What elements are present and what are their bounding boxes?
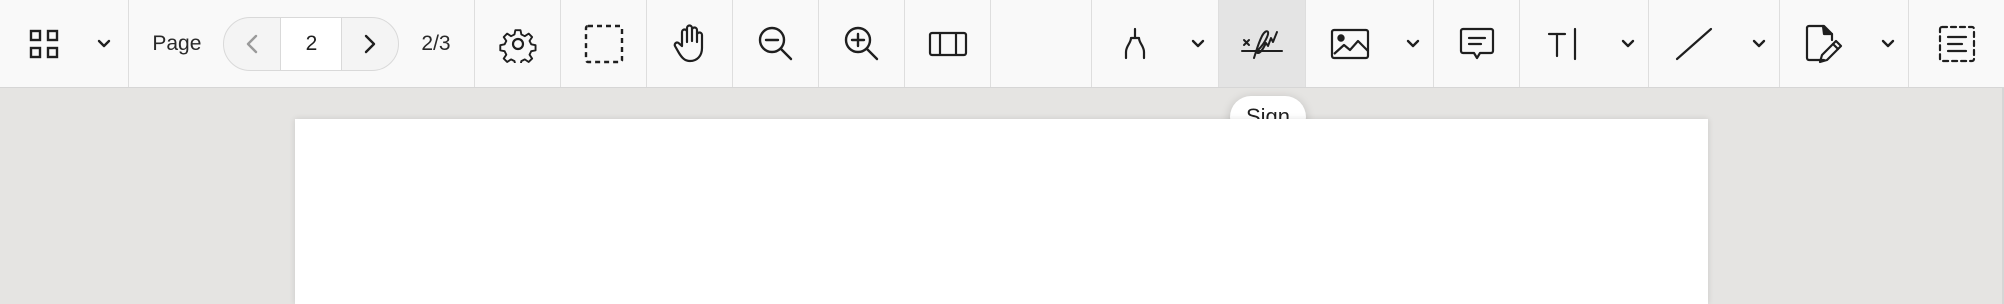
- thumbnails-button[interactable]: [4, 0, 84, 88]
- prev-page-button[interactable]: [224, 18, 280, 70]
- line-menu-button[interactable]: [1739, 0, 1779, 88]
- text-group: [1520, 0, 1648, 87]
- chevron-down-icon: [1191, 39, 1205, 47]
- edit-document-button[interactable]: [1780, 0, 1868, 88]
- highlight-menu-button[interactable]: [1178, 0, 1218, 88]
- toolbar: Page 2 2/3: [0, 0, 2004, 88]
- form-fields-icon: [1938, 25, 1975, 62]
- text-tool-button[interactable]: [1520, 0, 1608, 88]
- pen-nib-icon: [1124, 27, 1146, 59]
- thumbnails-menu-button[interactable]: [84, 0, 124, 88]
- grid-icon: [29, 29, 59, 58]
- image-tool-button[interactable]: [1306, 0, 1393, 88]
- zoom-in-button[interactable]: [819, 0, 904, 87]
- comment-icon: [1459, 27, 1494, 59]
- comment-tool-button[interactable]: [1434, 0, 1519, 87]
- document-page[interactable]: [295, 119, 1708, 304]
- line-tool-button[interactable]: [1649, 0, 1739, 88]
- edit-menu-button[interactable]: [1868, 0, 1908, 88]
- marquee-select-icon: [584, 24, 623, 63]
- highlight-group: [1092, 0, 1218, 87]
- line-icon: [1675, 27, 1713, 60]
- columns-icon: [928, 31, 967, 56]
- select-tool-button[interactable]: [561, 0, 646, 87]
- page-count: 2/3: [421, 31, 451, 55]
- image-menu-button[interactable]: [1393, 0, 1433, 88]
- pan-tool-button[interactable]: [647, 0, 732, 87]
- highlight-tool-button[interactable]: [1092, 0, 1178, 88]
- chevron-down-icon: [1406, 39, 1420, 47]
- image-group: [1306, 0, 1433, 87]
- gear-icon: [498, 28, 536, 63]
- chevron-left-icon: [247, 34, 258, 53]
- page-layout-button[interactable]: [905, 0, 990, 87]
- edit-group: [1780, 0, 1908, 87]
- line-group: [1649, 0, 1779, 87]
- thumbnails-group: [0, 0, 128, 87]
- chevron-down-icon: [1881, 39, 1895, 47]
- signature-icon: [1241, 29, 1283, 59]
- chevron-down-icon: [97, 39, 111, 47]
- document-edit-icon: [1805, 24, 1843, 63]
- zoom-out-icon: [758, 26, 792, 60]
- page-label: Page: [152, 31, 202, 55]
- zoom-out-button[interactable]: [733, 0, 818, 87]
- page-number-input[interactable]: 2: [280, 17, 343, 70]
- chevron-down-icon: [1621, 39, 1635, 47]
- settings-button[interactable]: [475, 0, 560, 87]
- page-pager: 2: [223, 16, 400, 71]
- chevron-down-icon: [1752, 39, 1766, 47]
- image-icon: [1330, 28, 1369, 59]
- form-fields-button[interactable]: [1909, 0, 2004, 87]
- zoom-in-icon: [844, 26, 878, 60]
- sign-tool-button[interactable]: [1219, 0, 1305, 87]
- chevron-right-icon: [365, 34, 376, 53]
- hand-icon: [673, 23, 703, 62]
- text-menu-button[interactable]: [1608, 0, 1648, 88]
- page-navigation: Page 2 2/3: [129, 0, 474, 87]
- next-page-button[interactable]: [342, 18, 398, 70]
- text-cursor-icon: [1547, 27, 1577, 60]
